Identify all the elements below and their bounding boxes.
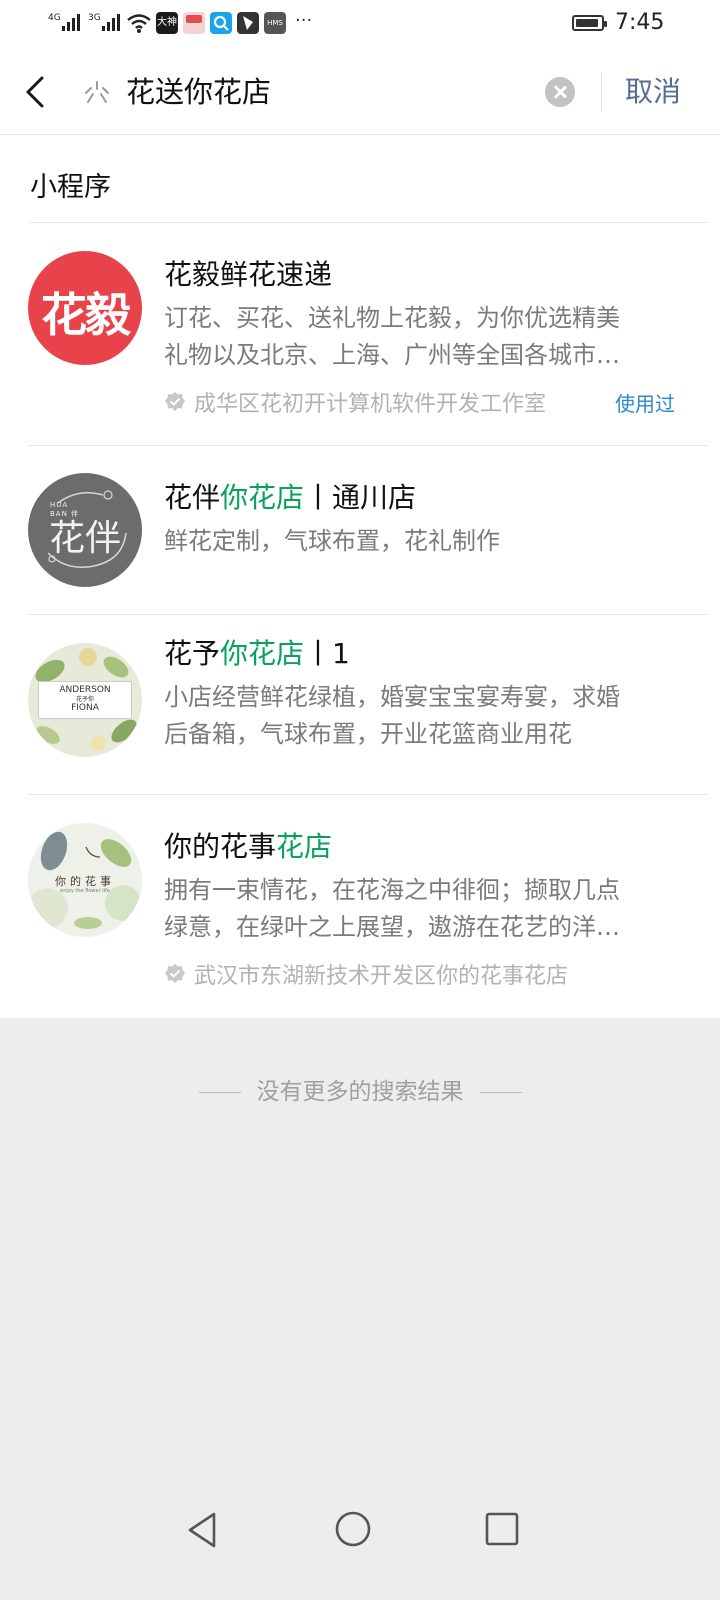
- no-more-results: 没有更多的搜索结果: [0, 1072, 720, 1106]
- result-description: 小店经营鲜花绿植，婚宴宝宝宴寿宴，求婚 后备箱，气球布置，开业花篮商业用花: [164, 679, 674, 753]
- name-text: 丨1: [304, 637, 350, 670]
- search-app-icon: [210, 12, 232, 34]
- avatar-subtext: enjoy the flower life: [60, 888, 110, 894]
- status-bar: 4G 3G 大神 HMS ··· 7:45: [0, 0, 720, 50]
- anderson-fiona-sign: ANDERSON 花予你 FIONA: [38, 681, 132, 719]
- developer-label: 武汉市东湖新技术开发区你的花事花店: [164, 958, 568, 990]
- description-line: 后备箱，气球布置，开业花篮商业用花: [164, 720, 572, 748]
- cancel-button[interactable]: 取消: [625, 72, 681, 112]
- avatar-text: 你的花事: [55, 875, 115, 888]
- result-item-huayu[interactable]: ANDERSON 花予你 FIONA 花予你花店丨1 小店经营鲜花绿植，婚宴宝宝…: [0, 615, 720, 795]
- description-line: 绿意，在绿叶之上展望，遨游在花艺的洋…: [164, 913, 620, 941]
- developer-label: 成华区花初开计算机软件开发工作室: [164, 386, 546, 418]
- battery-level: [576, 19, 598, 27]
- highlighted-keyword: 花店: [276, 830, 333, 863]
- divider: [479, 1092, 522, 1093]
- name-text: 丨通川店: [304, 481, 417, 514]
- name-text: 你的花事: [164, 830, 277, 863]
- description-line: 小店经营鲜花绿植，婚宴宝宝宴寿宴，求婚: [164, 683, 620, 711]
- network-type-2: 3G: [88, 13, 101, 23]
- name-text: 花毅鲜花速递: [164, 258, 333, 291]
- name-text: 花伴: [164, 481, 221, 514]
- result-description: 鲜花定制，气球布置，花礼制作: [164, 523, 674, 560]
- result-name: 花予你花店丨1: [164, 632, 350, 672]
- search-input[interactable]: 花送你花店: [126, 72, 271, 112]
- status-time: 7:45: [615, 10, 665, 35]
- search-bar: 花送你花店 取消: [0, 50, 720, 135]
- gift-icon: [183, 12, 205, 34]
- sign-line: ANDERSON: [59, 685, 111, 695]
- divider: [601, 72, 602, 112]
- name-text: 花予: [164, 637, 221, 670]
- wifi-icon: [127, 14, 151, 33]
- nav-recents-icon[interactable]: [484, 1511, 520, 1547]
- nav-back-icon[interactable]: [184, 1510, 220, 1550]
- description-line: 拥有一束情花，在花海之中徘徊；撷取几点: [164, 876, 620, 904]
- huayu-logo-avatar: ANDERSON 花予你 FIONA: [28, 643, 142, 757]
- tag-icon: [237, 12, 259, 34]
- nidehuashi-logo-avatar: 你的花事 enjoy the flower life: [28, 823, 142, 937]
- description-line: 订花、买花、送礼物上花毅，为你优选精美: [164, 304, 620, 332]
- result-item-huaban[interactable]: HUA BAN 伴 花伴 花伴你花店丨通川店 鲜花定制，气球布置，花礼制作: [0, 446, 720, 615]
- avatar-text: 花伴: [48, 518, 121, 559]
- back-arrow-icon[interactable]: [18, 72, 54, 112]
- highlighted-keyword: 你花店: [220, 637, 305, 670]
- used-badge: 使用过: [615, 392, 675, 416]
- description-line: 鲜花定制，气球布置，花礼制作: [164, 527, 500, 555]
- developer-name: 成华区花初开计算机软件开发工作室: [194, 392, 547, 417]
- signal-icon: [62, 13, 80, 31]
- result-description: 订花、买花、送礼物上花毅，为你优选精美 礼物以及北京、上海、广州等全国各城市…: [164, 300, 674, 374]
- verified-icon: [165, 964, 185, 983]
- result-name: 花伴你花店丨通川店: [164, 476, 416, 516]
- dashen-icon: 大神: [156, 12, 178, 34]
- result-item-nidehuashi[interactable]: 你的花事 enjoy the flower life 你的花事花店 拥有一束情花…: [0, 795, 720, 1017]
- navigation-bar: [0, 1490, 720, 1570]
- result-name: 你的花事花店: [164, 825, 332, 865]
- battery-icon: [572, 15, 607, 31]
- description-line: 礼物以及北京、上海、广州等全国各城市…: [164, 341, 620, 369]
- huaban-logo-avatar: HUA BAN 伴 花伴: [28, 473, 142, 587]
- highlighted-keyword: 你花店: [220, 481, 305, 514]
- results-panel: 小程序 花毅 花毅鲜花速递 订花、买花、送礼物上花毅，为你优选精美 礼物以及北京…: [0, 135, 720, 1018]
- avatar-text: 花毅: [41, 288, 131, 342]
- clear-search-icon[interactable]: [545, 77, 575, 107]
- result-name: 花毅鲜花速递: [164, 253, 332, 293]
- developer-name: 武汉市东湖新技术开发区你的花事花店: [194, 964, 569, 989]
- section-title: 小程序: [30, 172, 111, 203]
- signal-icon-2: [102, 13, 120, 31]
- result-description: 拥有一束情花，在花海之中徘徊；撷取几点 绿意，在绿叶之上展望，遨游在花艺的洋…: [164, 872, 674, 946]
- huayi-logo-avatar: 花毅: [28, 251, 142, 365]
- network-type-1: 4G: [48, 13, 61, 23]
- sign-line: 花予你: [75, 696, 94, 703]
- mini-program-icon: [85, 81, 109, 103]
- no-more-label: 没有更多的搜索结果: [256, 1079, 464, 1105]
- more-notifications-icon: ···: [295, 10, 313, 31]
- sign-line: FIONA: [71, 703, 99, 713]
- divider: [198, 1092, 241, 1093]
- result-item-huayi[interactable]: 花毅 花毅鲜花速递 订花、买花、送礼物上花毅，为你优选精美 礼物以及北京、上海、…: [0, 223, 720, 446]
- hms-icon: HMS: [264, 12, 286, 34]
- verified-icon: [165, 392, 185, 411]
- nav-home-icon[interactable]: [334, 1510, 372, 1548]
